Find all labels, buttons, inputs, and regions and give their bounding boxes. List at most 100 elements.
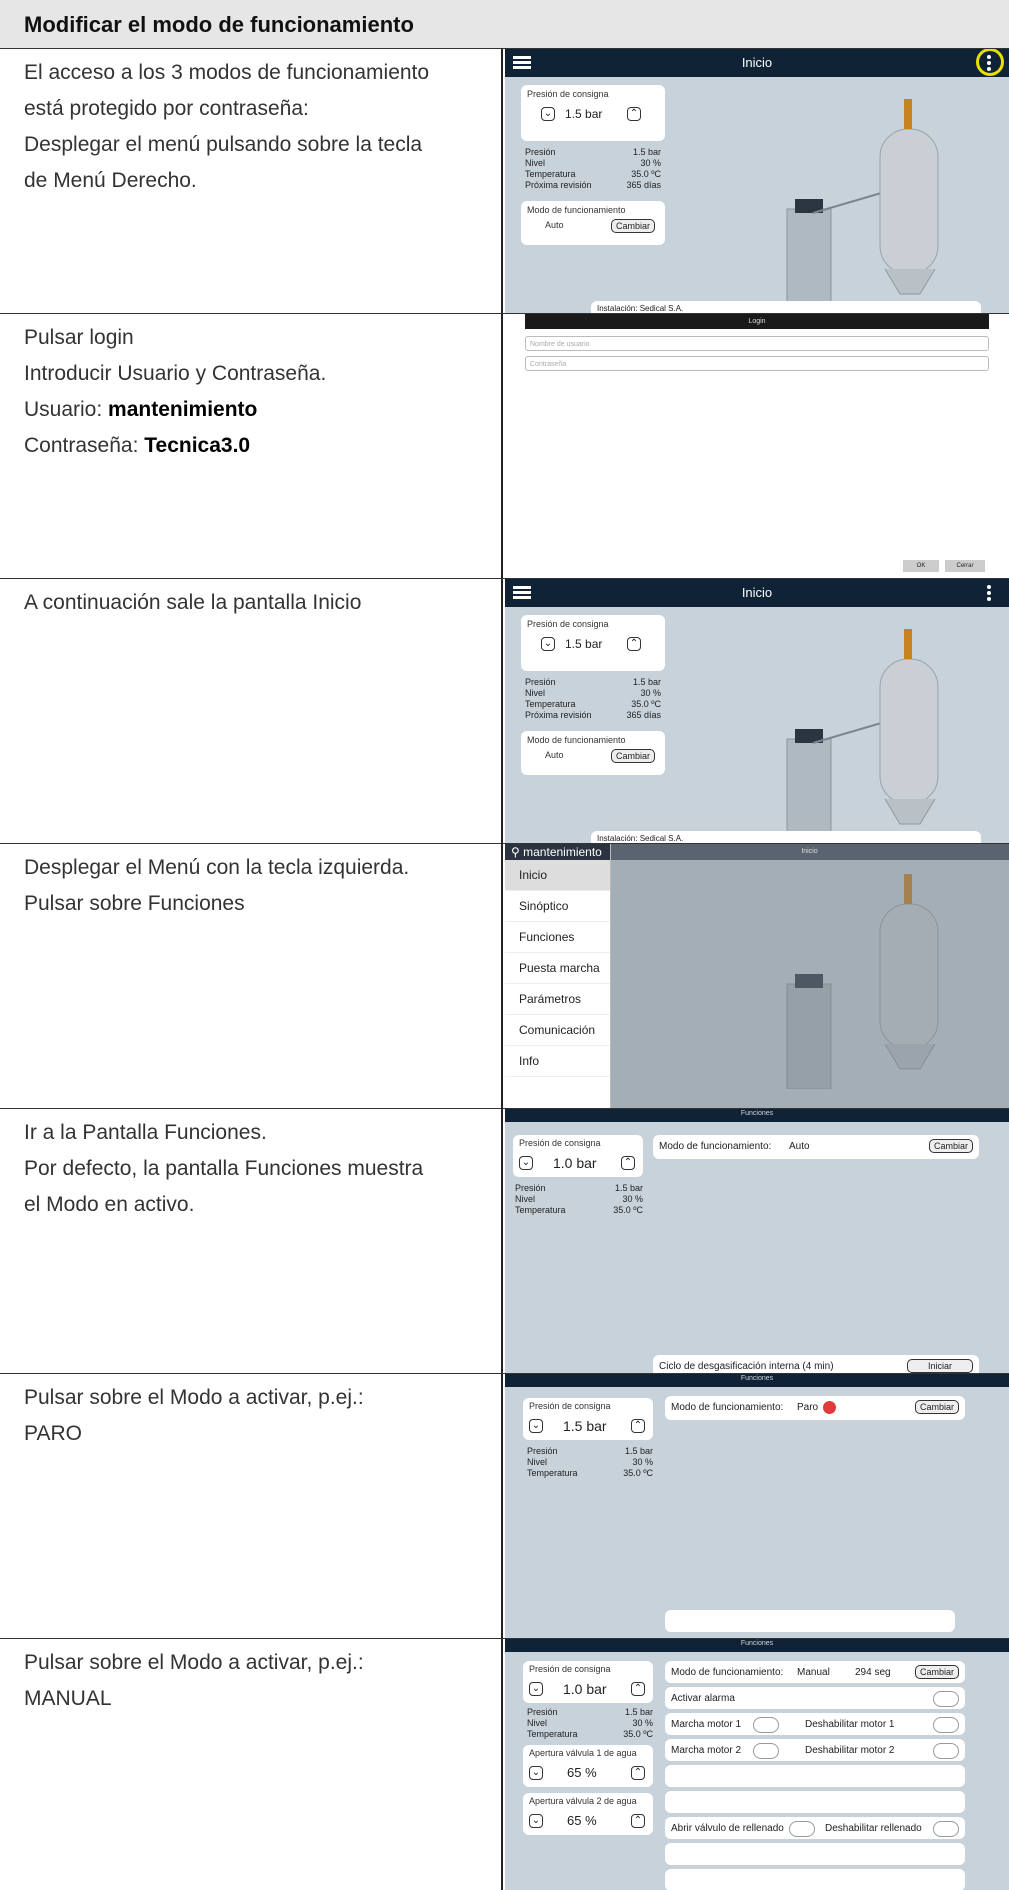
readings: Presión 1.5 bar Nivel 30 % Temperatura 35.0… bbox=[527, 1707, 653, 1740]
text-line: de Menú Derecho. bbox=[24, 169, 197, 192]
motor2-field: Marcha motor 2 Deshabilitar motor 2 bbox=[665, 1739, 965, 1761]
disable-motor2-toggle[interactable] bbox=[933, 1743, 959, 1759]
motor2-toggle[interactable] bbox=[753, 1743, 779, 1759]
setpoint-value: 1.0 bar bbox=[553, 1155, 597, 1171]
decrease-button[interactable]: ⌄ bbox=[541, 637, 555, 651]
disable-motor1-toggle[interactable] bbox=[933, 1717, 959, 1733]
step-row-6: Pulsar sobre el Modo a activar, p.ej.: P… bbox=[0, 1374, 1009, 1639]
setpoint-card: Presión de consigna ⌄ 1.5 bar ⌃ bbox=[521, 85, 665, 141]
refill-toggle[interactable] bbox=[789, 1821, 815, 1837]
value: 365 días bbox=[626, 180, 661, 190]
valve1-card: Apertura válvula 1 de agua ⌄ 65 % ⌃ bbox=[523, 1745, 653, 1787]
decrease-button[interactable]: ⌄ bbox=[529, 1766, 543, 1780]
refill-field: Abrir válvulo de rellenado Deshabilitar … bbox=[665, 1817, 965, 1839]
menu-user: ⚲ mantenimiento bbox=[505, 844, 610, 860]
alarm-toggle[interactable] bbox=[933, 1691, 959, 1707]
decrease-button[interactable]: ⌄ bbox=[529, 1682, 543, 1696]
menu-item-inicio[interactable]: Inicio bbox=[505, 860, 610, 891]
decrease-button[interactable]: ⌄ bbox=[529, 1814, 543, 1828]
change-button[interactable]: Cambiar bbox=[928, 1139, 973, 1153]
increase-button[interactable]: ⌃ bbox=[631, 1814, 645, 1828]
text-line: Pulsar login bbox=[24, 326, 134, 349]
decrease-button[interactable]: ⌄ bbox=[519, 1156, 533, 1170]
mode-card: Modo de funcionamiento Auto Cambiar bbox=[521, 201, 665, 245]
change-button[interactable]: Cambiar bbox=[611, 219, 656, 233]
screenshot-funciones-paro: Funciones Presión de consigna ⌄ 1.5 bar … bbox=[505, 1374, 1009, 1638]
screenshot-funciones-auto: Funciones Presión de consigna ⌄ 1.0 bar … bbox=[505, 1109, 1009, 1373]
more-vertical-icon[interactable] bbox=[987, 55, 991, 73]
app-bar-title: Inicio bbox=[741, 585, 773, 600]
text-line: Desplegar el menú pulsando sobre la tecl… bbox=[24, 133, 423, 156]
setpoint-value: 1.5 bar bbox=[565, 637, 603, 651]
vessel-illustration bbox=[786, 99, 939, 313]
increase-button[interactable]: ⌃ bbox=[631, 1419, 645, 1433]
label: Temperatura bbox=[527, 1468, 578, 1478]
setpoint-value: 1.5 bar bbox=[565, 107, 603, 121]
decrease-button[interactable]: ⌄ bbox=[541, 107, 555, 121]
label: Temperatura bbox=[525, 699, 576, 709]
more-vertical-icon[interactable] bbox=[987, 585, 991, 603]
mode-value: Auto bbox=[545, 220, 564, 230]
dim-overlay[interactable] bbox=[610, 844, 1009, 1108]
mode-card: Modo de funcionamiento: Paro Cambiar bbox=[665, 1396, 965, 1420]
section-header: Modificar el modo de funcionamiento bbox=[0, 0, 1009, 49]
text-line: PARO bbox=[24, 1422, 82, 1445]
increase-button[interactable]: ⌃ bbox=[621, 1156, 635, 1170]
valve2-value: 65 % bbox=[567, 1813, 597, 1828]
change-button[interactable]: Cambiar bbox=[611, 749, 656, 763]
empty-field bbox=[665, 1765, 965, 1787]
step-text: Pulsar sobre el Modo a activar, p.ej.: P… bbox=[24, 1380, 494, 1452]
mode-value: Auto bbox=[545, 750, 564, 760]
empty-field bbox=[665, 1610, 955, 1632]
username-input[interactable]: Nombre de usuario bbox=[525, 336, 989, 351]
cancel-button[interactable]: Cerrar bbox=[945, 560, 985, 572]
menu-item-funciones[interactable]: Funciones bbox=[505, 922, 610, 953]
disable-refill-toggle[interactable] bbox=[933, 1821, 959, 1837]
empty-field bbox=[665, 1843, 965, 1865]
valve2-card: Apertura válvula 2 de agua ⌄ 65 % ⌃ bbox=[523, 1793, 653, 1835]
degas-label: Ciclo de desgasificación interna (4 min) bbox=[659, 1361, 834, 1372]
empty-field bbox=[665, 1869, 965, 1890]
password-input[interactable]: Contraseña bbox=[525, 356, 989, 371]
column-divider bbox=[501, 1109, 503, 1373]
value: 30 % bbox=[622, 1194, 643, 1204]
screenshot-inicio-2: Inicio Presión de consigna ⌄ 1.5 bar ⌃ P… bbox=[505, 579, 1009, 843]
ok-button[interactable]: OK bbox=[903, 560, 939, 572]
increase-button[interactable]: ⌃ bbox=[631, 1766, 645, 1780]
start-button[interactable]: Iniciar bbox=[906, 1359, 973, 1373]
menu-item-parametros[interactable]: Parámetros bbox=[505, 984, 610, 1015]
seconds-value: 294 seg bbox=[855, 1667, 891, 1678]
change-button[interactable]: Cambiar bbox=[914, 1400, 959, 1414]
vessel-illustration bbox=[786, 629, 939, 843]
change-button[interactable]: Cambiar bbox=[914, 1665, 959, 1679]
screenshot-inicio: Inicio Presión de consigna ⌄ 1.5 bar ⌃ P… bbox=[505, 49, 1009, 313]
menu-item-puesta-marcha[interactable]: Puesta marcha bbox=[505, 953, 610, 984]
label: Temperatura bbox=[527, 1729, 578, 1739]
install-footer: Instalación: Sedical S.A. bbox=[591, 301, 981, 313]
disable-refill-label: Deshabilitar rellenado bbox=[825, 1823, 922, 1834]
label: Presión bbox=[527, 1446, 558, 1456]
menu-item-info[interactable]: Info bbox=[505, 1046, 610, 1077]
step-text: Desplegar el Menú con la tecla izquierda… bbox=[24, 850, 494, 922]
menu-item-sinoptico[interactable]: Sinóptico bbox=[505, 891, 610, 922]
text-line: El acceso a los 3 modos de funcionamient… bbox=[24, 61, 430, 84]
mode-label: Modo de funcionamiento bbox=[527, 735, 626, 745]
decrease-button[interactable]: ⌄ bbox=[529, 1419, 543, 1433]
alarm-label: Activar alarma bbox=[671, 1693, 735, 1704]
app-bar-title: Inicio bbox=[741, 55, 773, 70]
text-line: Por defecto, la pantalla Funciones muest… bbox=[24, 1157, 424, 1180]
increase-button[interactable]: ⌃ bbox=[627, 107, 641, 121]
increase-button[interactable]: ⌃ bbox=[631, 1682, 645, 1696]
mode-card: Modo de funcionamiento: Auto Cambiar bbox=[653, 1135, 979, 1159]
increase-button[interactable]: ⌃ bbox=[627, 637, 641, 651]
motor1-toggle[interactable] bbox=[753, 1717, 779, 1733]
menu-item-comunicacion[interactable]: Comunicación bbox=[505, 1015, 610, 1046]
mode-card: Modo de funcionamiento: Manual 294 seg C… bbox=[665, 1661, 965, 1683]
mode-label: Modo de funcionamiento: bbox=[671, 1667, 784, 1678]
setpoint-card: Presión de consigna ⌄ 1.0 bar ⌃ bbox=[513, 1135, 643, 1177]
label: Nivel bbox=[525, 688, 546, 698]
alarm-field: Activar alarma bbox=[665, 1687, 965, 1709]
stop-icon bbox=[823, 1401, 836, 1414]
setpoint-label: Presión de consigna bbox=[527, 619, 609, 629]
step-row-3: A continuación sale la pantalla Inicio I… bbox=[0, 579, 1009, 844]
